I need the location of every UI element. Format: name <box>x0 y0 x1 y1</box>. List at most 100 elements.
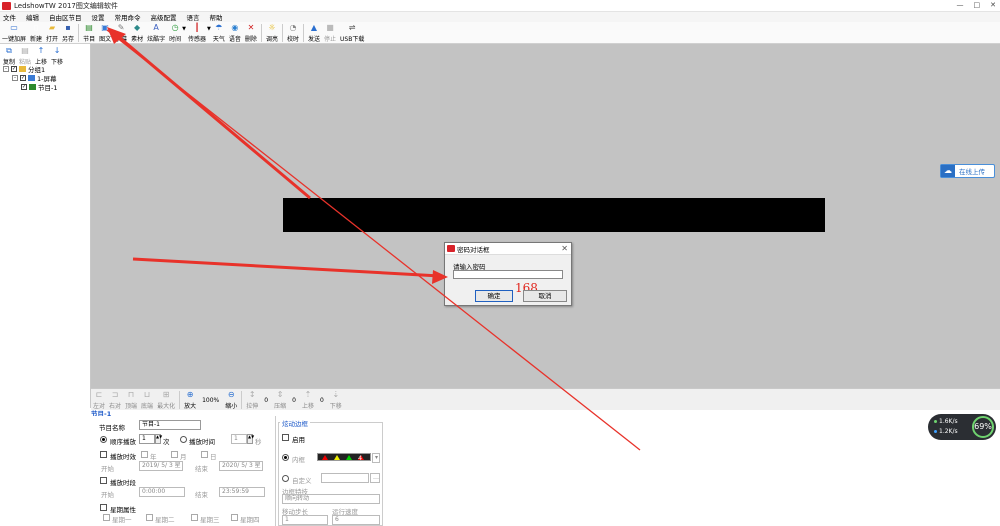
time-calibrate-button[interactable]: ◔ 校时 <box>285 22 301 44</box>
start-date-input[interactable]: 2019/ 5/ 3 星 <box>139 461 183 471</box>
layer-up-button[interactable]: ⇡ 上移 <box>300 389 316 410</box>
align-left-button[interactable]: ⊏ 左对 <box>91 389 107 410</box>
ok-button[interactable]: 确定 <box>475 290 513 302</box>
play-times-input[interactable]: 1 <box>139 434 155 444</box>
time-button[interactable]: ◷ 时间 <box>167 22 183 44</box>
builtin-border-radio[interactable] <box>282 454 289 461</box>
move-up-button[interactable]: ↑ 上移 <box>33 45 49 66</box>
monday-checkbox[interactable] <box>103 514 110 521</box>
play-duration-spinner[interactable]: ▲▼ <box>247 434 254 444</box>
menu-file[interactable]: 文件 <box>3 12 16 22</box>
maximize-button[interactable]: ⊞ 最大化 <box>155 389 177 410</box>
program-label: 节目 <box>83 36 96 43</box>
compress-value: 0 <box>292 397 296 404</box>
program-button[interactable]: ▤ 节目 <box>81 22 97 44</box>
menu-edit[interactable]: 编辑 <box>26 12 39 22</box>
password-input[interactable] <box>453 270 563 279</box>
align-bottom-icon: ⊔ <box>143 390 151 399</box>
one-key-add-screen-button[interactable]: ▭ 一键加屏 <box>0 22 28 44</box>
day-checkbox[interactable] <box>201 451 208 458</box>
custom-border-browse-icon[interactable]: … <box>370 473 380 483</box>
menu-common-commands[interactable]: 常用命令 <box>115 12 141 22</box>
online-upload-button[interactable]: ☁ 在线上传 <box>940 164 995 178</box>
canvas-toolbar: ⊏ 左对 ⊐ 右对 ⊓ 顶端 ⊔ 底端 ⊞ 最大化 ⊕ 放大 100% ⊖ 缩小 ↕ 拉伸 0 ⇕ 压缩 0 ⇡ 上移 0 ⇣ 下… <box>91 388 1000 410</box>
custom-border-input[interactable] <box>321 473 369 483</box>
run-speed-select[interactable]: 6 <box>332 515 380 525</box>
zoom-in-button[interactable]: ⊕ 放大 <box>182 389 198 410</box>
border-group-title: 炫动边框 <box>280 418 310 428</box>
month-checkbox[interactable] <box>171 451 178 458</box>
zoom-level: 100% <box>202 397 220 404</box>
menu-advanced-config[interactable]: 高级配置 <box>151 12 177 22</box>
material-button[interactable]: ◆ 素材 <box>129 22 145 44</box>
minimize-button[interactable]: — <box>957 1 964 9</box>
toolbar-separator <box>302 24 304 42</box>
sequential-play-radio[interactable] <box>100 436 107 443</box>
wednesday-checkbox[interactable] <box>191 514 198 521</box>
arrow-down-icon: ↓ <box>53 46 61 55</box>
voice-button[interactable]: ◉ 语音 <box>227 22 243 44</box>
weather-button[interactable]: ☂ 天气 <box>211 22 227 44</box>
move-step-select[interactable]: 1 <box>282 515 328 525</box>
delete-button[interactable]: ✕ 删除 <box>243 22 259 44</box>
zoom-in-label: 放大 <box>184 403 197 410</box>
copy-button[interactable]: ⧉ 复制 <box>1 45 17 66</box>
play-duration-input[interactable]: 1 <box>231 434 247 444</box>
stretch-button[interactable]: ↕ 拉伸 <box>244 389 260 410</box>
move-down-button[interactable]: ↓ 下移 <box>49 45 65 66</box>
menu-language[interactable]: 语言 <box>187 12 200 22</box>
thursday-checkbox[interactable] <box>231 514 238 521</box>
tuesday-checkbox[interactable] <box>146 514 153 521</box>
play-validity-checkbox[interactable] <box>100 451 107 458</box>
graphic-text-button[interactable]: ▣ 图文 <box>97 22 113 44</box>
play-duration-radio[interactable] <box>180 436 187 443</box>
title-bar: LedshowTW 2017图文编辑软件 — □ ✕ <box>0 0 1000 12</box>
tree-checkbox[interactable]: ✓ <box>11 65 17 72</box>
cool-text-button[interactable]: A 炫酷字 <box>145 22 167 44</box>
tree-node-program-1[interactable]: ✓ 节目-1 <box>0 82 90 92</box>
end-date-input[interactable]: 2020/ 5/ 3 星 <box>219 461 263 471</box>
weather-label: 天气 <box>212 36 225 43</box>
paste-button[interactable]: ▤ 粘贴 <box>17 45 33 66</box>
play-period-checkbox[interactable] <box>100 477 107 484</box>
tree-collapse-icon[interactable]: - <box>12 74 18 81</box>
usb-download-button[interactable]: ⇌ USB下载 <box>338 22 366 44</box>
menu-help[interactable]: 帮助 <box>210 12 223 22</box>
align-top-button[interactable]: ⊓ 顶端 <box>123 389 139 410</box>
week-property-checkbox[interactable] <box>100 504 107 511</box>
close-button[interactable]: ✕ <box>990 1 996 9</box>
save-as-button[interactable]: ▪ 另存 <box>60 22 76 44</box>
border-effect-select[interactable]: 顺向转动 <box>282 494 380 504</box>
align-right-button[interactable]: ⊐ 右对 <box>107 389 123 410</box>
new-button[interactable]: ▯ 新建 <box>28 22 44 44</box>
border-enable-checkbox[interactable] <box>282 434 289 441</box>
end-time-input[interactable]: 23:59:59 <box>219 487 265 497</box>
subtitle-button[interactable]: ✎ 字幕 <box>113 22 129 44</box>
maximize-button[interactable]: □ <box>974 1 981 9</box>
brightness-button[interactable]: ☼ 调亮 <box>264 22 280 44</box>
builtin-border-dropdown[interactable]: ▾ <box>372 453 380 463</box>
layer-down-button[interactable]: ⇣ 下移 <box>328 389 344 410</box>
stop-button[interactable]: ■ 停止 <box>322 22 338 44</box>
custom-border-radio[interactable] <box>282 475 289 482</box>
play-times-spinner[interactable]: ▲▼ <box>155 434 162 444</box>
sensor-button[interactable]: ┃ 传感器 <box>186 22 208 44</box>
zoom-out-button[interactable]: ⊖ 缩小 <box>223 389 239 410</box>
start-date-label: 开始 <box>101 465 114 473</box>
menu-settings[interactable]: 设置 <box>92 12 105 22</box>
cancel-button[interactable]: 取消 <box>523 290 567 302</box>
send-button[interactable]: ▲ 发送 <box>306 22 322 44</box>
tree-collapse-icon[interactable]: - <box>3 65 9 72</box>
cool-text-label: 炫酷字 <box>147 36 166 43</box>
menu-free-program[interactable]: 自由区节目 <box>49 12 82 22</box>
compress-button[interactable]: ⇕ 压缩 <box>272 389 288 410</box>
dialog-close-icon[interactable]: ✕ <box>561 244 568 253</box>
tree-checkbox[interactable]: ✓ <box>21 83 27 90</box>
led-screen-area[interactable] <box>283 198 825 232</box>
program-name-input[interactable]: 节目-1 <box>139 420 201 430</box>
align-bottom-button[interactable]: ⊔ 底端 <box>139 389 155 410</box>
open-button[interactable]: ▰ 打开 <box>44 22 60 44</box>
year-checkbox[interactable] <box>141 451 148 458</box>
start-time-input[interactable]: 0:00:00 <box>139 487 185 497</box>
tree-checkbox[interactable]: ✓ <box>20 74 26 81</box>
